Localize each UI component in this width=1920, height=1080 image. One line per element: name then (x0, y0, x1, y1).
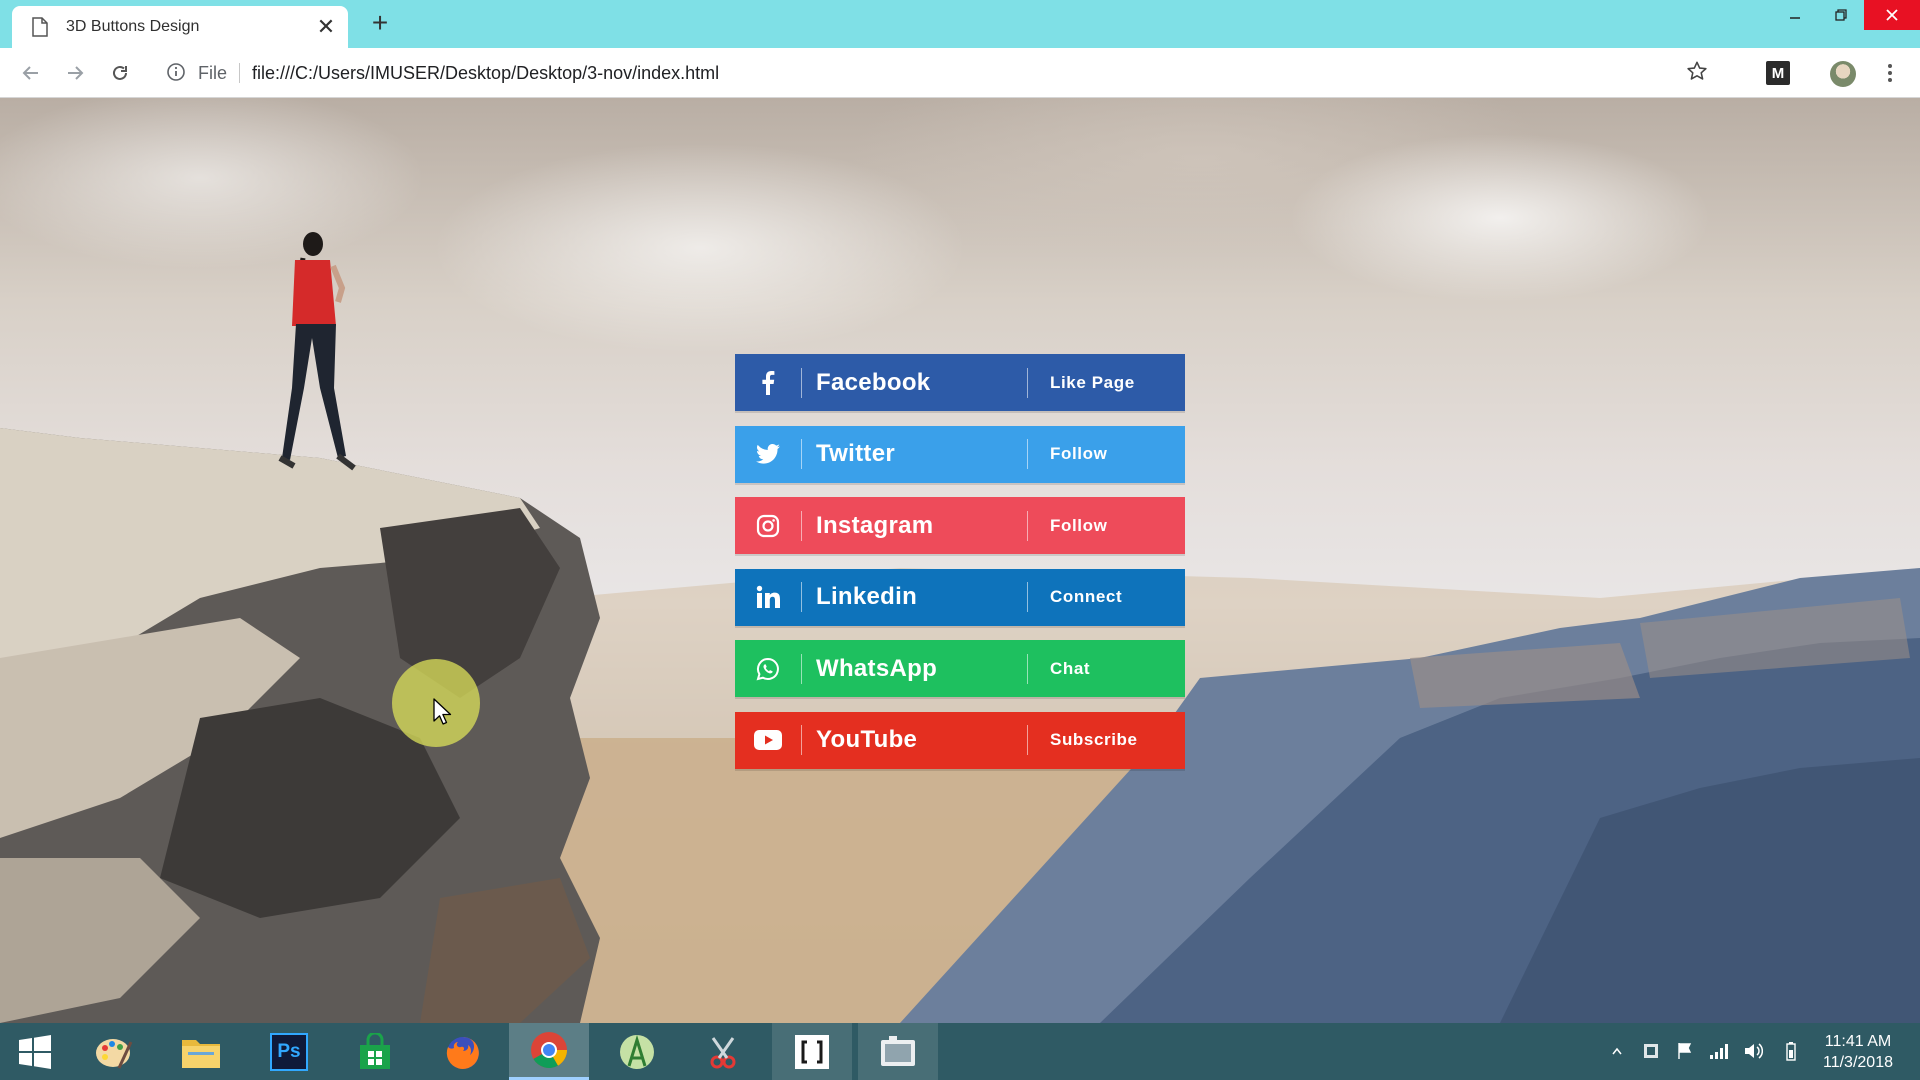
battery-icon[interactable] (1780, 1040, 1802, 1062)
social-buttons-list: Facebook Like Page Twitter Follow Instag… (735, 354, 1185, 784)
browser-toolbar: File file:///C:/Users/IMUSER/Desktop/Des… (0, 48, 1920, 98)
back-button[interactable] (15, 57, 47, 89)
photoshop-app-icon[interactable]: Ps (258, 1023, 320, 1080)
mouse-pointer-icon (433, 698, 452, 725)
minimize-button[interactable] (1772, 0, 1818, 30)
youtube-button[interactable]: YouTube Subscribe (735, 711, 1185, 769)
url-text[interactable]: file:///C:/Users/IMUSER/Desktop/Desktop/… (252, 63, 719, 84)
facebook-button[interactable]: Facebook Like Page (735, 354, 1185, 411)
paint-app-icon[interactable] (82, 1023, 144, 1080)
facebook-action: Like Page (1050, 372, 1135, 392)
tab-title: 3D Buttons Design (66, 18, 200, 35)
restore-button[interactable] (1818, 0, 1864, 30)
chrome-app-icon[interactable] (509, 1023, 589, 1080)
show-hidden-icons-icon[interactable] (1606, 1040, 1628, 1062)
bookmark-star-icon[interactable] (1686, 60, 1712, 86)
instagram-label: Instagram (816, 511, 934, 539)
new-tab-button[interactable]: + (366, 9, 394, 38)
facebook-label: Facebook (816, 368, 931, 396)
page-icon (32, 17, 50, 37)
more-menu-icon[interactable] (1878, 61, 1902, 85)
store-app-icon[interactable] (344, 1023, 406, 1080)
youtube-label: YouTube (816, 726, 918, 754)
whatsapp-icon (735, 640, 801, 697)
instagram-icon (735, 497, 801, 554)
firefox-app-icon[interactable] (432, 1023, 494, 1080)
youtube-icon (735, 712, 801, 769)
tray-app-icon[interactable] (1640, 1040, 1662, 1062)
linkedin-icon (735, 569, 801, 626)
address-divider (239, 63, 241, 83)
linkedin-button[interactable]: Linkedin Connect (735, 568, 1185, 626)
windows-taskbar: Ps 11:41 AM 11/3/2018 (0, 1023, 1920, 1080)
tab-strip: 3D Buttons Design ✕ + (0, 0, 1920, 48)
instagram-button[interactable]: Instagram Follow (735, 497, 1185, 555)
facebook-icon (735, 354, 801, 411)
extension-m-button[interactable]: M (1766, 61, 1790, 85)
whatsapp-action: Chat (1050, 658, 1091, 678)
profile-avatar[interactable] (1830, 61, 1856, 87)
browser-tab[interactable]: 3D Buttons Design ✕ (12, 6, 348, 48)
brackets-app-icon[interactable] (772, 1023, 852, 1080)
hiker-figure (278, 232, 356, 471)
close-tab-icon[interactable]: ✕ (312, 13, 340, 41)
whatsapp-button[interactable]: WhatsApp Chat (735, 640, 1185, 698)
whatsapp-label: WhatsApp (816, 654, 938, 682)
system-clock[interactable]: 11:41 AM 11/3/2018 (1808, 1031, 1908, 1073)
file-explorer-app-icon[interactable] (170, 1023, 232, 1080)
youtube-action: Subscribe (1050, 730, 1138, 750)
address-bar[interactable]: File file:///C:/Users/IMUSER/Desktop/Des… (156, 56, 1732, 90)
linkedin-action: Connect (1050, 587, 1123, 607)
scheme-label: File (198, 62, 228, 83)
twitter-label: Twitter (816, 440, 895, 468)
page-viewport: Facebook Like Page Twitter Follow Instag… (0, 98, 1920, 1023)
screen-recorder-app-icon[interactable] (858, 1023, 938, 1080)
clock-date: 11/3/2018 (1823, 1054, 1893, 1071)
close-window-button[interactable] (1864, 0, 1920, 30)
linkedin-label: Linkedin (816, 583, 918, 611)
instagram-action: Follow (1050, 515, 1108, 535)
reload-button[interactable] (104, 57, 136, 89)
forward-button[interactable] (59, 57, 91, 89)
action-center-flag-icon[interactable] (1674, 1040, 1696, 1062)
network-signal-icon[interactable] (1708, 1040, 1730, 1062)
clock-time: 11:41 AM (1824, 1033, 1892, 1050)
info-icon[interactable] (166, 62, 188, 84)
start-button[interactable] (4, 1023, 66, 1080)
android-studio-app-icon[interactable] (606, 1023, 668, 1080)
twitter-button[interactable]: Twitter Follow (735, 425, 1185, 483)
twitter-action: Follow (1050, 444, 1108, 464)
snipping-tool-app-icon[interactable] (692, 1023, 754, 1080)
twitter-icon (735, 426, 801, 483)
volume-icon[interactable] (1742, 1040, 1764, 1062)
